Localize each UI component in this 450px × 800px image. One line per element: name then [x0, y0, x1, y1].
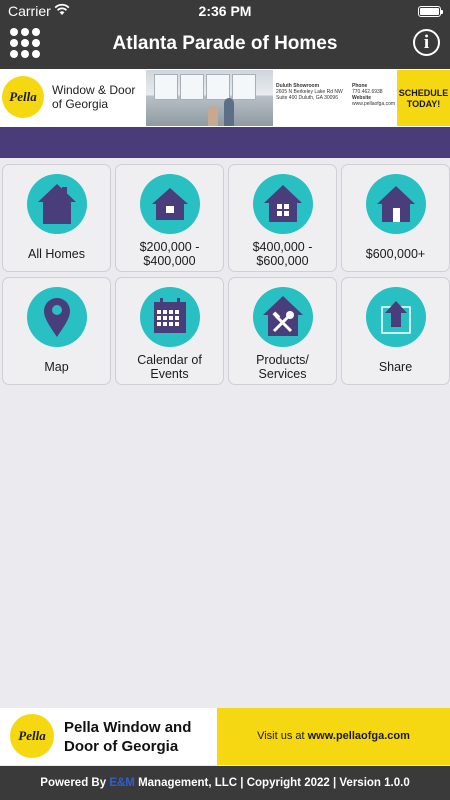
tile-products-services[interactable]: Products/ Services	[228, 277, 337, 385]
ad-brand-text: Window & Door of Georgia	[52, 83, 136, 111]
footer: Powered By E&M Management, LLC | Copyrig…	[0, 766, 450, 800]
ad-contact-info: Phone 770.462.6938 Website www.pellaofga…	[352, 83, 396, 107]
ad-brand-text: Pella Window and Door of Georgia	[64, 719, 192, 755]
section-divider-bar	[0, 127, 450, 158]
status-bar: Carrier 2:36 PM	[0, 0, 450, 22]
ad-showroom-info: Duluth Showroom 2605 N Berkeley Lake Rd …	[276, 83, 350, 101]
house-windows-icon	[253, 174, 313, 234]
tile-label: Products/ Services	[256, 353, 309, 381]
ad-kitchen-photo	[146, 70, 273, 126]
top-bar: Carrier 2:36 PM Atlanta Parade of Homes …	[0, 0, 450, 69]
tile-label: Calendar of Events	[137, 353, 202, 381]
tile-map[interactable]: Map	[2, 277, 111, 385]
info-icon[interactable]: i	[413, 29, 440, 56]
schedule-today-button[interactable]: SCHEDULE TODAY!	[397, 70, 450, 126]
clock: 2:36 PM	[198, 3, 252, 19]
tile-label: $400,000 - $600,000	[252, 240, 313, 268]
tile-all-homes[interactable]: All Homes	[2, 164, 111, 272]
nav-bar: Atlanta Parade of Homes i	[0, 22, 450, 69]
map-pin-icon	[27, 287, 87, 347]
tile-200k-400k[interactable]: $200,000 - $400,000	[115, 164, 224, 272]
tile-share[interactable]: Share	[341, 277, 450, 385]
pella-logo: Pella	[2, 76, 44, 118]
footer-suffix: Management, LLC | Copyright 2022 | Versi…	[134, 777, 410, 789]
bottom-ad-banner[interactable]: Pella Pella Window and Door of Georgia V…	[0, 708, 450, 765]
house-small-icon	[140, 174, 200, 234]
top-ad-banner[interactable]: Pella Window & Door of Georgia Duluth Sh…	[0, 69, 450, 127]
ad-address: 2605 N Berkeley Lake Rd NW Suite 400 Dul…	[276, 89, 343, 101]
house-outline-icon	[27, 174, 87, 234]
tools-house-icon	[253, 287, 313, 347]
tile-calendar[interactable]: Calendar of Events	[115, 277, 224, 385]
ad-website: www.pellaofga.com	[352, 101, 396, 107]
tile-400k-600k[interactable]: $400,000 - $600,000	[228, 164, 337, 272]
tile-label: Share	[378, 360, 413, 374]
tile-label: Map	[44, 360, 69, 374]
tile-label: All Homes	[28, 247, 85, 261]
footer-prefix: Powered By	[40, 777, 110, 789]
tile-label: $600,000+	[365, 247, 426, 261]
ad-visit-text: Visit us at www.pellaofga.com	[217, 708, 450, 765]
share-icon	[366, 287, 426, 347]
ad-visit-prefix: Visit us at	[257, 730, 308, 742]
battery-icon	[418, 6, 443, 17]
ad-visit-url[interactable]: www.pellaofga.com	[308, 730, 410, 742]
tile-600k-plus[interactable]: $600,000+	[341, 164, 450, 272]
house-door-icon	[366, 174, 426, 234]
pella-logo: Pella	[10, 714, 54, 758]
calendar-icon	[140, 287, 200, 347]
page-title: Atlanta Parade of Homes	[112, 33, 338, 54]
company-logo-mark: E&M	[109, 777, 135, 789]
tile-label: $200,000 - $400,000	[139, 240, 200, 268]
